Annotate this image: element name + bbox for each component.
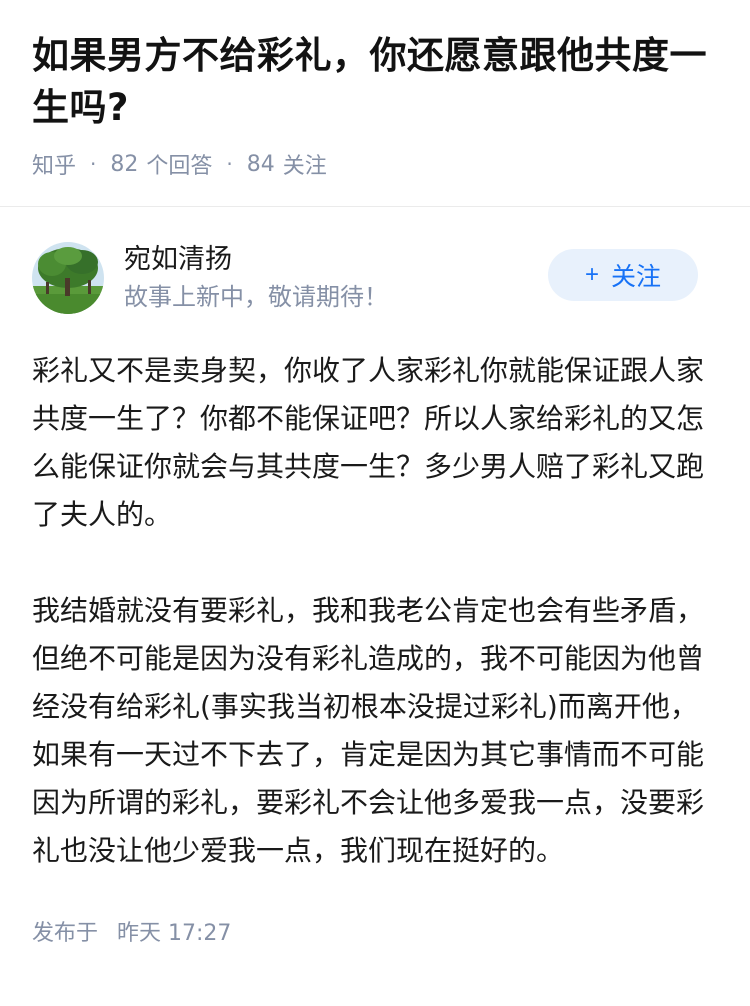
section-divider (0, 206, 750, 207)
author-bio: 故事上新中，敬请期待！ (124, 283, 388, 311)
question-meta: 知乎 · 82 个回答 · 84 关注 (32, 148, 718, 180)
answer-card: 宛如清扬 故事上新中，敬请期待！ + 关注 彩礼又不是卖身契，你收了人家彩礼你就… (0, 241, 750, 947)
question-title[interactable]: 如果男方不给彩礼，你还愿意跟他共度一生吗? (32, 30, 718, 134)
question-header: 如果男方不给彩礼，你还愿意跟他共度一生吗? 知乎 · 82 个回答 · 84 关… (0, 0, 750, 180)
avatar[interactable] (32, 242, 104, 314)
answer-content: 彩礼又不是卖身契，你收了人家彩礼你就能保证跟人家共度一生了？你都不能保证吧？所以… (32, 347, 718, 875)
plus-icon: + (584, 261, 599, 288)
followers-count: 84 (246, 151, 275, 177)
publish-info: 发布于 昨天 17:27 (32, 915, 718, 947)
follow-button[interactable]: + 关注 (548, 249, 698, 301)
answers-label[interactable]: 个回答 (146, 148, 212, 180)
author-row: 宛如清扬 故事上新中，敬请期待！ + 关注 (32, 241, 718, 315)
followers-label[interactable]: 关注 (283, 148, 327, 180)
separator-dot: · (90, 152, 97, 176)
separator-dot: · (226, 152, 233, 176)
tree-landscape-avatar-icon (32, 242, 104, 314)
published-time: 昨天 17:27 (117, 921, 232, 946)
follow-label: 关注 (611, 263, 662, 291)
answer-paragraph: 彩礼又不是卖身契，你收了人家彩礼你就能保证跟人家共度一生了？你都不能保证吧？所以… (32, 354, 705, 531)
published-label: 发布于 (32, 921, 99, 946)
answer-paragraph: 我结婚就没有要彩礼，我和我老公肯定也会有些矛盾，但绝不可能是因为没有彩礼造成的，… (32, 594, 705, 867)
answers-count: 82 (110, 151, 139, 177)
source-label[interactable]: 知乎 (32, 148, 76, 180)
author-info: 宛如清扬 故事上新中，敬请期待！ (124, 242, 388, 314)
author-name[interactable]: 宛如清扬 (124, 242, 388, 278)
